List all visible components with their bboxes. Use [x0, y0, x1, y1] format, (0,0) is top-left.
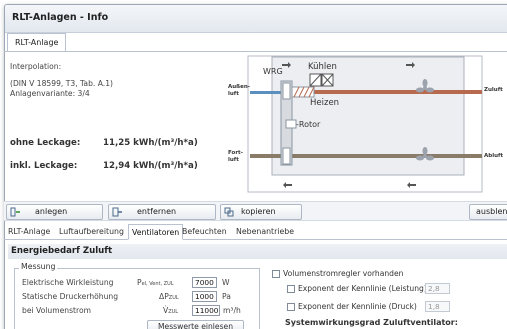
systemwirkungsgrad-label: Systemwirkungsgrad Zuluftventilator: — [285, 318, 458, 327]
wrg-lower — [282, 147, 291, 165]
exp-druck-checkbox[interactable] — [287, 303, 295, 311]
add-unit-icon — [10, 207, 20, 217]
wirkleistung-sub: el, Vent, ZUL — [141, 281, 174, 287]
entfernen-button[interactable]: entfernen — [108, 204, 216, 220]
kopieren-button[interactable]: kopieren — [220, 204, 302, 220]
kopieren-label: kopieren — [241, 207, 276, 216]
messwerte-einlesen-button[interactable]: Messwerte einlesen — [147, 320, 244, 329]
window-title: RLT-Anlagen - Info — [12, 12, 109, 23]
rotor-label: -Rotor — [296, 120, 321, 129]
exp-leistung-input[interactable]: 2,8 — [425, 283, 450, 294]
wirkleistung-input[interactable]: 7000 — [192, 277, 217, 288]
wirkleistung-label: Elektrische Wirkleistung — [22, 278, 114, 287]
exp-druck-label: Exponent der Kennlinie (Druck) — [298, 302, 417, 311]
druckerhoehung-symbol: ΔPZUL — [159, 292, 179, 301]
ausblenden-label: ausblend — [476, 207, 507, 216]
druckerhoehung-input[interactable]: 1000 — [192, 291, 217, 302]
abluft-label: Abluft — [484, 153, 504, 159]
messung-legend: Messung — [19, 262, 58, 271]
tab-rlt-anlage[interactable]: RLT-Anlage — [7, 33, 67, 51]
druckerhoehung-label: Statische Druckerhöhung — [22, 292, 119, 301]
fortluft-line2: luft — [228, 157, 239, 163]
exp-druck-input[interactable]: 1,8 — [425, 301, 450, 312]
wrg-upper — [282, 82, 291, 100]
supply-air-duct — [286, 90, 482, 94]
kuehlen-coil — [309, 73, 334, 87]
norm-reference: (DIN V 18599, T3, Tab. A.1) — [10, 79, 113, 88]
rotor-box — [285, 119, 297, 129]
tab-divider — [4, 51, 507, 52]
window-titlebar: RLT-Anlagen - Info — [5, 5, 507, 33]
section-header: Energiebedarf Zuluft — [8, 244, 507, 259]
ausblenden-button[interactable]: ausblend — [469, 204, 507, 220]
copy-unit-icon — [224, 207, 234, 217]
tab-befeuchten[interactable]: Befeuchten — [182, 224, 227, 240]
volumenstrom-label: bei Volumenstrom — [22, 306, 92, 315]
entfernen-label: entfernen — [137, 207, 177, 216]
heizen-label: Heizen — [310, 98, 340, 108]
druckerhoehung-unit: Pa — [222, 292, 231, 301]
tab-rlt-anlage-detail[interactable]: RLT-Anlage — [8, 224, 50, 240]
volumenstrom-input[interactable]: 11000 — [192, 305, 220, 316]
volumenstrom-unit: m³/h — [223, 306, 241, 315]
zuluft-label: Zuluft — [484, 87, 503, 93]
hvac-schematic: WRG Kühlen Heizen -Rotor Außen- luft Zul… — [226, 54, 507, 200]
volumenstrom-symbol: V̇ZUL — [163, 306, 178, 315]
exp-leistung-checkbox[interactable] — [287, 285, 295, 293]
wirkleistung-unit: W — [222, 278, 230, 287]
interpolation-label: Interpolation: — [10, 62, 62, 71]
ohne-leckage-label: ohne Leckage: — [10, 138, 81, 148]
wirkleistung-symbol: Pel, Vent, ZUL — [137, 278, 174, 287]
wrg-label: WRG — [263, 67, 283, 76]
tab-nebenantriebe[interactable]: Nebenantriebe — [236, 224, 294, 240]
volumenstrom-sub: ZUL — [168, 309, 179, 315]
section-title: Energiebedarf Zuluft — [11, 246, 113, 256]
action-toolbar: anlegen entfernen kopieren ausblend — [4, 201, 507, 221]
aussenluft-label: Außen- luft — [228, 84, 250, 98]
inkl-leckage-label: inkl. Leckage: — [10, 161, 78, 171]
anlegen-label: anlegen — [35, 207, 68, 216]
ohne-leckage-value: 11,25 kWh/(m³/h*a) — [103, 138, 198, 148]
inkl-leckage-value: 12,94 kWh/(m³/h*a) — [103, 161, 198, 171]
exp-leistung-label: Exponent der Kennlinie (Leistung) — [298, 284, 427, 293]
remove-unit-icon — [112, 207, 122, 217]
anlagenvariante: Anlagenvariante: 3/4 — [10, 89, 90, 98]
anlegen-button[interactable]: anlegen — [6, 204, 103, 220]
volumenstromregler-label: Volumenstromregler vorhanden — [283, 269, 404, 278]
druckerhoehung-sym: ΔP — [159, 292, 169, 301]
tab-luftaufbereitung[interactable]: Luftaufbereitung — [59, 224, 124, 240]
druckerhoehung-sub: ZUL — [168, 295, 179, 301]
fortluft-label: Fort- luft — [228, 150, 243, 164]
aussenluft-line2: luft — [228, 91, 239, 97]
kuehlen-label: Kühlen — [308, 62, 337, 72]
aussenluft-line1: Außen- — [228, 84, 251, 90]
volumenstromregler-checkbox[interactable] — [272, 270, 280, 278]
fortluft-line1: Fort- — [228, 150, 243, 156]
detail-tabs: RLT-Anlage Luftaufbereitung Ventilatoren… — [4, 224, 507, 240]
tab-ventilatoren[interactable]: Ventilatoren — [128, 224, 184, 240]
heizen-coil — [291, 86, 315, 98]
